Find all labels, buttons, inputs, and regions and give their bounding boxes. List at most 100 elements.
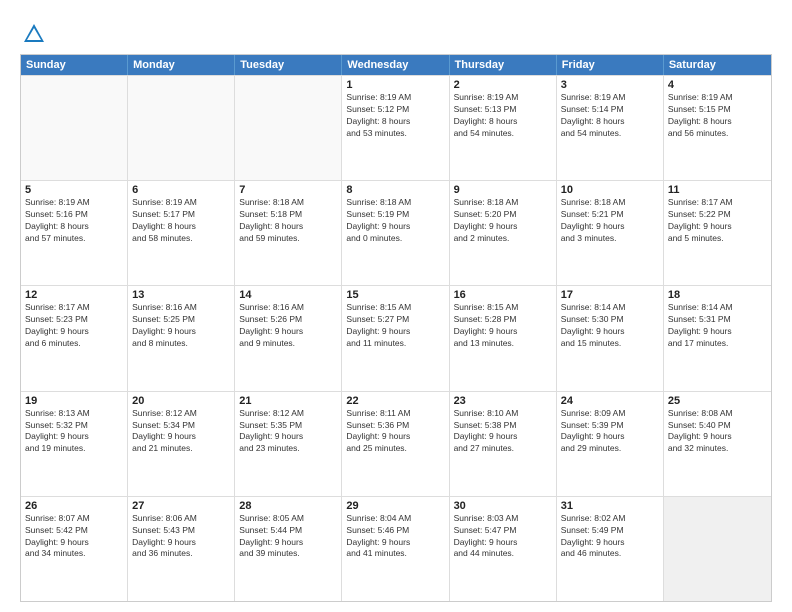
cell-line: Daylight: 9 hours: [561, 221, 659, 233]
day-number: 7: [239, 184, 337, 196]
cell-line: Sunset: 5:23 PM: [25, 314, 123, 326]
day-number: 24: [561, 395, 659, 407]
cell-line: Sunrise: 8:19 AM: [561, 92, 659, 104]
calendar-cell: 5Sunrise: 8:19 AMSunset: 5:16 PMDaylight…: [21, 181, 128, 285]
calendar-cell: 12Sunrise: 8:17 AMSunset: 5:23 PMDayligh…: [21, 286, 128, 390]
cell-line: Daylight: 9 hours: [132, 431, 230, 443]
cell-line: Sunrise: 8:14 AM: [668, 302, 767, 314]
calendar-row: 1Sunrise: 8:19 AMSunset: 5:12 PMDaylight…: [21, 75, 771, 180]
cell-line: and 41 minutes.: [346, 548, 444, 560]
cell-line: and 57 minutes.: [25, 233, 123, 245]
cell-line: Sunrise: 8:15 AM: [346, 302, 444, 314]
cell-line: Sunset: 5:18 PM: [239, 209, 337, 221]
cell-line: and 29 minutes.: [561, 443, 659, 455]
cell-line: Sunrise: 8:19 AM: [668, 92, 767, 104]
day-number: 5: [25, 184, 123, 196]
cell-line: Sunset: 5:13 PM: [454, 104, 552, 116]
logo-icon: [20, 20, 48, 48]
cell-line: Daylight: 8 hours: [454, 116, 552, 128]
cell-line: Sunrise: 8:15 AM: [454, 302, 552, 314]
cell-line: Sunset: 5:49 PM: [561, 525, 659, 537]
calendar-row: 26Sunrise: 8:07 AMSunset: 5:42 PMDayligh…: [21, 496, 771, 601]
cell-line: and 13 minutes.: [454, 338, 552, 350]
day-number: 28: [239, 500, 337, 512]
day-number: 31: [561, 500, 659, 512]
cell-line: Sunset: 5:15 PM: [668, 104, 767, 116]
cell-line: and 8 minutes.: [132, 338, 230, 350]
day-number: 26: [25, 500, 123, 512]
calendar-cell: 18Sunrise: 8:14 AMSunset: 5:31 PMDayligh…: [664, 286, 771, 390]
calendar-cell: 16Sunrise: 8:15 AMSunset: 5:28 PMDayligh…: [450, 286, 557, 390]
cell-line: and 56 minutes.: [668, 128, 767, 140]
cell-line: Daylight: 9 hours: [239, 537, 337, 549]
day-number: 16: [454, 289, 552, 301]
calendar-cell: 25Sunrise: 8:08 AMSunset: 5:40 PMDayligh…: [664, 392, 771, 496]
cell-line: Daylight: 9 hours: [239, 431, 337, 443]
cell-line: Sunrise: 8:02 AM: [561, 513, 659, 525]
cell-line: Daylight: 9 hours: [346, 221, 444, 233]
cell-line: Daylight: 9 hours: [561, 537, 659, 549]
logo: [20, 20, 52, 48]
cell-line: Sunset: 5:42 PM: [25, 525, 123, 537]
cell-line: Daylight: 9 hours: [668, 221, 767, 233]
cell-line: Sunset: 5:34 PM: [132, 420, 230, 432]
cell-line: Sunset: 5:20 PM: [454, 209, 552, 221]
cell-line: and 5 minutes.: [668, 233, 767, 245]
day-number: 25: [668, 395, 767, 407]
calendar-row: 12Sunrise: 8:17 AMSunset: 5:23 PM Dayligh…: [21, 285, 771, 390]
calendar-cell: 3Sunrise: 8:19 AMSunset: 5:14 PMDaylight…: [557, 76, 664, 180]
cell-line: Sunrise: 8:17 AM: [25, 302, 123, 314]
day-number: 17: [561, 289, 659, 301]
calendar-cell: 2Sunrise: 8:19 AMSunset: 5:13 PMDaylight…: [450, 76, 557, 180]
cell-line: Sunrise: 8:19 AM: [132, 197, 230, 209]
cell-line: and 32 minutes.: [668, 443, 767, 455]
cell-line: Sunset: 5:25 PM: [132, 314, 230, 326]
cell-line: Sunset: 5:31 PM: [668, 314, 767, 326]
calendar-cell: 14Sunrise: 8:16 AMSunset: 5:26 PMDayligh…: [235, 286, 342, 390]
day-number: 6: [132, 184, 230, 196]
calendar-cell: 17Sunrise: 8:14 AMSunset: 5:30 PMDayligh…: [557, 286, 664, 390]
calendar-cell: 10Sunrise: 8:18 AMSunset: 5:21 PMDayligh…: [557, 181, 664, 285]
day-number: 9: [454, 184, 552, 196]
cell-line: Daylight: 8 hours: [132, 221, 230, 233]
page: SundayMondayTuesdayWednesdayThursdayFrid…: [0, 0, 792, 612]
cell-line: Sunrise: 8:12 AM: [132, 408, 230, 420]
cell-line: Daylight: 9 hours: [25, 537, 123, 549]
cell-line: and 2 minutes.: [454, 233, 552, 245]
cell-line: Sunset: 5:14 PM: [561, 104, 659, 116]
cell-line: Sunrise: 8:13 AM: [25, 408, 123, 420]
cell-line: and 36 minutes.: [132, 548, 230, 560]
calendar-cell: 1Sunrise: 8:19 AMSunset: 5:12 PMDaylight…: [342, 76, 449, 180]
cell-line: Sunrise: 8:07 AM: [25, 513, 123, 525]
cell-line: Daylight: 9 hours: [561, 326, 659, 338]
calendar-header: SundayMondayTuesdayWednesdayThursdayFrid…: [21, 55, 771, 75]
day-number: 12: [25, 289, 123, 301]
cell-line: Sunrise: 8:11 AM: [346, 408, 444, 420]
cell-line: Sunrise: 8:16 AM: [132, 302, 230, 314]
calendar-cell: 9Sunrise: 8:18 AMSunset: 5:20 PMDaylight…: [450, 181, 557, 285]
calendar-cell: [664, 497, 771, 601]
cell-line: Sunset: 5:21 PM: [561, 209, 659, 221]
cell-line: Daylight: 9 hours: [132, 537, 230, 549]
cell-line: and 0 minutes.: [346, 233, 444, 245]
calendar-cell: 24Sunrise: 8:09 AMSunset: 5:39 PMDayligh…: [557, 392, 664, 496]
calendar: SundayMondayTuesdayWednesdayThursdayFrid…: [20, 54, 772, 602]
calendar-body: 1Sunrise: 8:19 AMSunset: 5:12 PMDaylight…: [21, 75, 771, 601]
day-number: 22: [346, 395, 444, 407]
cell-line: and 53 minutes.: [346, 128, 444, 140]
day-number: 18: [668, 289, 767, 301]
calendar-cell: 30Sunrise: 8:03 AMSunset: 5:47 PMDayligh…: [450, 497, 557, 601]
cell-line: and 15 minutes.: [561, 338, 659, 350]
cell-line: Sunset: 5:35 PM: [239, 420, 337, 432]
cell-line: Sunset: 5:30 PM: [561, 314, 659, 326]
cell-line: Daylight: 8 hours: [668, 116, 767, 128]
cell-line: Daylight: 9 hours: [561, 431, 659, 443]
cell-line: Sunset: 5:28 PM: [454, 314, 552, 326]
cell-line: Sunrise: 8:17 AM: [668, 197, 767, 209]
cell-line: Sunset: 5:26 PM: [239, 314, 337, 326]
cell-line: Daylight: 9 hours: [239, 326, 337, 338]
cell-line: and 27 minutes.: [454, 443, 552, 455]
calendar-cell: 20Sunrise: 8:12 AMSunset: 5:34 PMDayligh…: [128, 392, 235, 496]
cell-line: Sunset: 5:44 PM: [239, 525, 337, 537]
weekday-header: Thursday: [450, 55, 557, 75]
